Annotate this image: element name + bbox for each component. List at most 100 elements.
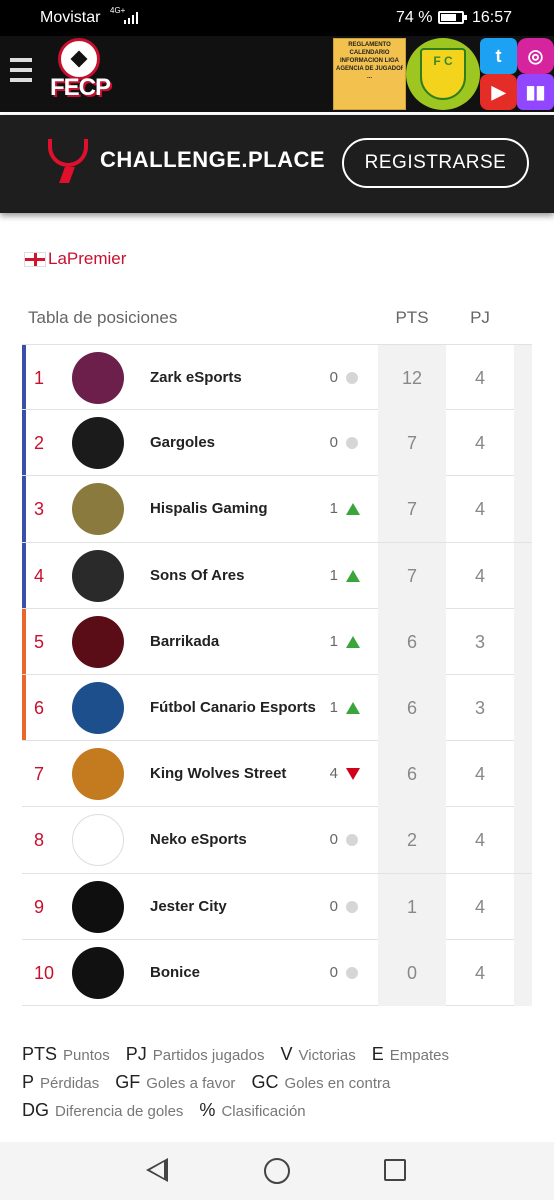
- league-link[interactable]: LaPremier: [24, 248, 126, 270]
- legend-item: DG Diferencia de goles: [22, 1100, 183, 1121]
- battery-icon: [438, 11, 467, 24]
- legend-abbr: PTS: [22, 1043, 58, 1064]
- played: 4: [474, 368, 485, 388]
- played: 4: [474, 830, 485, 851]
- points: 6: [378, 674, 446, 741]
- league-name: LaPremier: [48, 249, 127, 268]
- team-name[interactable]: Zark eSports: [150, 345, 242, 411]
- scroll-column: [514, 410, 532, 477]
- table-row[interactable]: 4 Sons Of Ares 1 7 4: [22, 542, 532, 609]
- position: 7: [34, 764, 45, 785]
- legend-desc: Empates: [389, 1046, 449, 1064]
- team-name[interactable]: Fútbol Canario Esports: [150, 675, 316, 741]
- team-name[interactable]: Sons Of Ares: [150, 543, 244, 609]
- scroll-column: [514, 807, 532, 874]
- points: 12: [378, 345, 446, 411]
- table-row[interactable]: 6 Fútbol Canario Esports 1 6 3: [22, 674, 532, 742]
- table-row[interactable]: 2 Gargoles 0 7 4: [22, 410, 532, 477]
- back-icon[interactable]: [146, 1158, 168, 1182]
- team-crest-icon: [72, 814, 124, 867]
- position: 6: [34, 697, 45, 718]
- menu-note-line: REGLAMENTO: [348, 42, 391, 48]
- challenge-banner: CHALLENGE.PLACE REGISTRARSE: [0, 115, 554, 213]
- team-crest-icon: [72, 946, 124, 999]
- position-change: 1: [329, 698, 338, 716]
- scroll-column: [514, 873, 532, 940]
- legend-desc: Goles a favor: [146, 1074, 236, 1092]
- team-crest-icon: [72, 615, 124, 668]
- zone-indicator: [22, 476, 26, 542]
- scroll-column: [514, 939, 532, 1006]
- team-name[interactable]: Barrikada: [150, 609, 219, 675]
- site-header: FECP REGLAMENTO CALENDARIO INFORMACION LIG…: [0, 36, 554, 151]
- legend-desc: Pérdidas: [40, 1074, 100, 1092]
- column-header-pts[interactable]: PTS: [378, 308, 446, 328]
- team-crest-icon: [72, 549, 124, 602]
- zone-indicator: [22, 608, 26, 674]
- table-row[interactable]: 3 Hispalis Gaming 1 7 4: [22, 476, 532, 543]
- position: 5: [34, 631, 45, 652]
- status-bar: Movistar 4G+ 74 % 16:57: [0, 0, 554, 36]
- legend-line: P Pérdidas GF Goles a favor GC Goles en contr…: [22, 1068, 542, 1096]
- legend-abbr: GC: [251, 1071, 279, 1092]
- position-change: 0: [329, 831, 338, 849]
- team-crest-icon: [72, 748, 124, 801]
- position-change: 1: [329, 632, 338, 650]
- menu-note-line: CALENDARIO: [349, 50, 390, 56]
- position-change: 1: [329, 566, 338, 584]
- carrier-name: Movistar: [40, 9, 101, 26]
- youtube-icon[interactable]: ▶: [480, 74, 517, 110]
- recent-apps-icon[interactable]: [384, 1159, 406, 1181]
- legend-item: GF Goles a favor: [115, 1072, 235, 1093]
- team-name[interactable]: Hispalis Gaming: [150, 476, 268, 542]
- zone-indicator: [22, 741, 26, 806]
- twitch-icon[interactable]: ▮▮: [517, 74, 554, 110]
- hamburger-menu-icon[interactable]: [10, 58, 32, 88]
- table-row[interactable]: 5 Barrikada 1 6 3: [22, 608, 532, 675]
- legend-desc: Puntos: [63, 1046, 110, 1064]
- zone-indicator: [22, 940, 26, 1005]
- position-change: 4: [329, 765, 338, 783]
- instagram-icon[interactable]: ◎: [517, 38, 554, 74]
- table-header: Tabla de posiciones PTS PJ: [22, 298, 532, 344]
- played: 4: [474, 565, 485, 586]
- table-row[interactable]: 1 Zark eSports 0 12 4: [22, 344, 532, 411]
- team-name[interactable]: Jester City: [150, 874, 227, 940]
- position: 3: [34, 499, 45, 520]
- legend-item: PTS Puntos: [22, 1044, 110, 1065]
- legend-desc: Partidos jugados: [152, 1046, 265, 1064]
- team-name[interactable]: Neko eSports: [150, 807, 247, 873]
- twitter-icon[interactable]: t: [480, 38, 517, 74]
- zone-indicator: [22, 410, 26, 476]
- fc-badge[interactable]: F C: [406, 38, 480, 110]
- scroll-column: [514, 476, 532, 543]
- table-row[interactable]: 8 Neko eSports 0 2 4: [22, 807, 532, 874]
- register-button[interactable]: REGISTRARSE: [342, 138, 529, 188]
- home-icon[interactable]: [264, 1158, 290, 1184]
- team-name[interactable]: King Wolves Street: [150, 741, 286, 807]
- scroll-column: [514, 741, 532, 808]
- legend-desc: Diferencia de goles: [55, 1102, 184, 1120]
- position-change: 0: [329, 369, 338, 386]
- position-change: 0: [329, 434, 338, 452]
- table-row[interactable]: 9 Jester City 0 1 4: [22, 873, 532, 940]
- challenge-brand[interactable]: CHALLENGE.PLACE: [100, 147, 325, 173]
- table-row[interactable]: 10 Bonice 0 0 4: [22, 939, 532, 1006]
- fecp-logo[interactable]: FECP: [40, 38, 120, 108]
- played: 3: [474, 697, 485, 718]
- position-change: 0: [329, 963, 338, 981]
- system-nav-bar: [0, 1142, 554, 1200]
- legend-item: % Clasificación: [199, 1100, 305, 1121]
- info-menu-note[interactable]: REGLAMENTO CALENDARIO INFORMACION LIGA AGEN…: [333, 38, 406, 110]
- column-header-pj[interactable]: PJ: [446, 308, 514, 328]
- team-name[interactable]: Bonice: [150, 940, 200, 1006]
- position: 4: [34, 565, 45, 586]
- table-row[interactable]: 7 King Wolves Street 4 6 4: [22, 741, 532, 808]
- points: 2: [378, 807, 446, 874]
- scroll-column: [514, 608, 532, 675]
- team-name[interactable]: Gargoles: [150, 410, 215, 476]
- trend-neutral-icon: [346, 437, 358, 450]
- trend-neutral-icon: [346, 900, 358, 913]
- legend-item: GC Goles en contra: [251, 1072, 390, 1093]
- trend-up-icon: [346, 569, 360, 582]
